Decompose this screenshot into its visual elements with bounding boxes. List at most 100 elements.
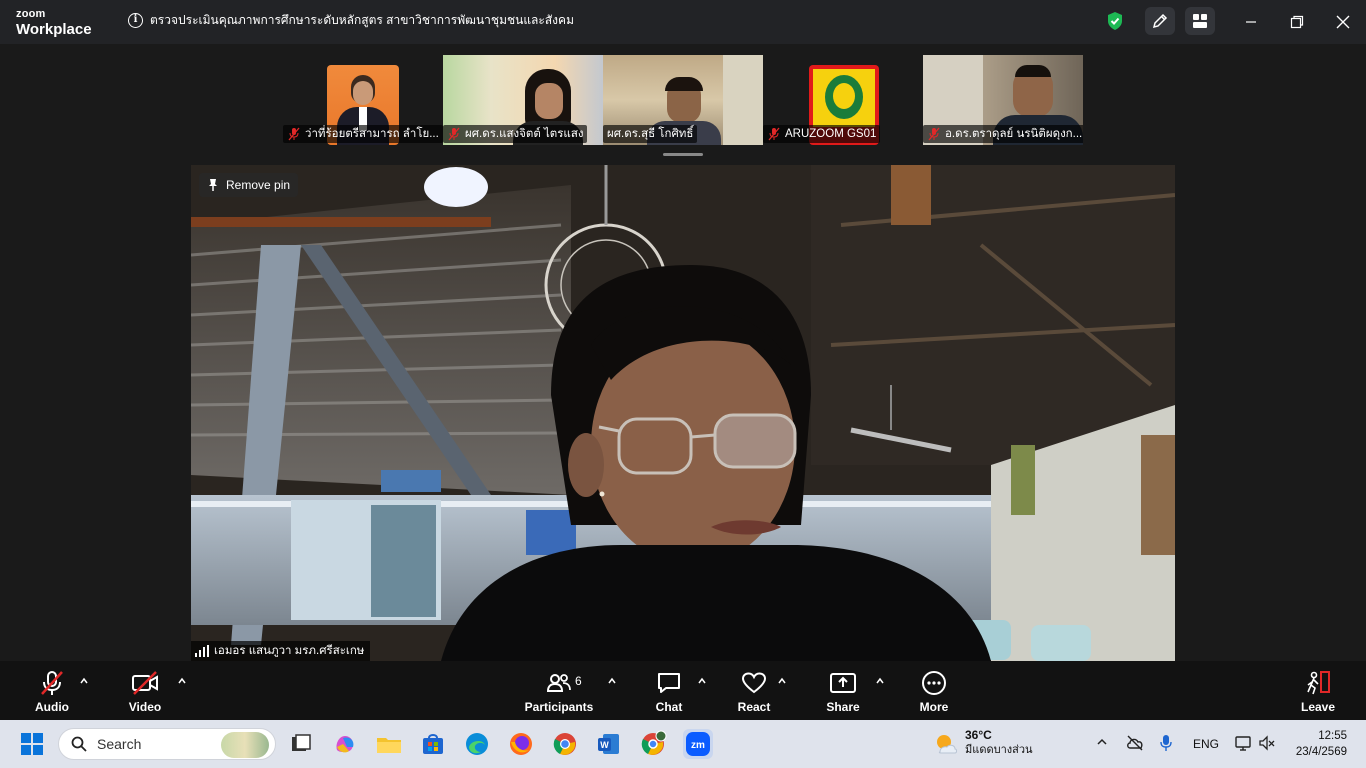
leave-label: Leave (1300, 700, 1336, 714)
main-video-feed[interactable] (191, 165, 1175, 661)
participants-icon: 6 (524, 669, 594, 697)
react-button[interactable]: React (735, 669, 773, 714)
meeting-title: ตรวจประเมินคุณภาพการศึกษาระดับหลักสูตร ส… (150, 13, 574, 27)
participant-name: ARUZOOM GS01 (763, 125, 881, 143)
svg-text:W: W (600, 740, 609, 750)
leave-button[interactable]: Leave (1299, 669, 1337, 714)
react-options-chevron-icon[interactable] (777, 676, 787, 686)
network-icon[interactable] (1234, 734, 1252, 755)
video-frame (191, 165, 1175, 661)
taskbar-search[interactable]: Search (58, 728, 276, 760)
edge-browser-icon[interactable] (463, 730, 491, 758)
participant-name: ผศ.ดร.สุธี โกศิทธิ์ (603, 125, 698, 143)
system-clock[interactable]: 12:55 23/4/2569 (1296, 728, 1347, 760)
participant-strip: ว่าที่ร้อยตรีสามารถ ลำโย... ผศ.ดร.แสงจิต… (0, 55, 1366, 145)
video-label: Video (128, 700, 162, 714)
weather-sun-icon[interactable] (934, 732, 958, 761)
share-label: Share (826, 700, 860, 714)
participant-thumbnail[interactable]: ARUZOOM GS01 (763, 55, 923, 145)
chat-label: Chat (655, 700, 683, 714)
file-explorer-icon[interactable] (375, 730, 403, 758)
video-options-chevron-icon[interactable] (177, 676, 187, 686)
info-icon[interactable]: i (128, 13, 143, 28)
store-icon[interactable] (419, 730, 447, 758)
heart-icon (735, 669, 773, 697)
search-icon (71, 736, 87, 752)
svg-text:zm: zm (691, 740, 705, 751)
annotate-pencil-icon[interactable] (1145, 7, 1175, 35)
restore-icon[interactable] (1287, 12, 1307, 32)
chat-button[interactable]: Chat (650, 669, 688, 714)
participant-thumbnail[interactable]: อ.ดร.ตราดุลย์ นรนิติผดุงก... (923, 55, 1083, 145)
more-icon (915, 669, 953, 697)
close-icon[interactable] (1333, 12, 1353, 32)
search-placeholder: Search (97, 736, 142, 752)
zoom-app-icon[interactable]: zm (683, 729, 713, 759)
audio-options-chevron-icon[interactable] (79, 676, 89, 686)
chat-options-chevron-icon[interactable] (697, 676, 707, 686)
share-options-chevron-icon[interactable] (875, 676, 885, 686)
meeting-controls: Audio Video 6 Participants Chat React Sh… (0, 661, 1366, 720)
meeting-info[interactable]: i ตรวจประเมินคุณภาพการศึกษาระดับหลักสูตร… (128, 11, 574, 30)
windows-taskbar: Search W zm 36°C มีแดดบางส่วน ENG 12:55 … (0, 720, 1366, 768)
view-grid-icon[interactable] (1185, 7, 1215, 35)
clock-date: 23/4/2569 (1295, 746, 1347, 758)
minimize-icon[interactable] (1241, 12, 1261, 32)
video-button[interactable]: Video (126, 669, 164, 714)
more-button[interactable]: More (915, 669, 953, 714)
participant-thumbnail[interactable]: ว่าที่ร้อยตรีสามารถ ลำโย... (283, 55, 443, 145)
remove-pin-label: Remove pin (226, 178, 291, 192)
title-bar: zoom Workplace i ตรวจประเมินคุณภาพการศึก… (0, 0, 1366, 44)
input-language[interactable]: ENG (1193, 737, 1219, 751)
microphone-icon[interactable] (1159, 734, 1173, 755)
encryption-shield-icon[interactable] (1106, 11, 1124, 36)
audio-label: Audio (35, 700, 69, 714)
pin-icon (209, 179, 217, 191)
participant-thumbnail[interactable]: ผศ.ดร.แสงจิตต์ ไตรแสง (443, 55, 603, 145)
react-label: React (737, 700, 771, 714)
task-view-icon[interactable] (287, 730, 315, 758)
participant-name: อ.ดร.ตราดุลย์ นรนิติผดุงก... (923, 125, 1083, 143)
share-button[interactable]: Share (824, 669, 862, 714)
chrome-icon[interactable] (551, 730, 579, 758)
mic-muted-icon (928, 127, 940, 141)
copilot-icon[interactable] (331, 730, 359, 758)
mic-muted-icon (768, 127, 780, 141)
signal-strength-icon (195, 645, 209, 657)
temperature: 36°C (965, 728, 992, 742)
weather-description: มีแดดบางส่วน (965, 744, 1033, 756)
active-speaker-label: เอมอร แสนภูวา มรภ.ศรีสะเกษ (191, 641, 371, 661)
mic-muted-icon (448, 127, 460, 141)
speaker-name: เอมอร แสนภูวา มรภ.ศรีสะเกษ (214, 645, 365, 657)
audio-button[interactable]: Audio (34, 669, 70, 714)
more-label: More (919, 700, 949, 714)
tray-overflow-chevron-icon[interactable] (1096, 736, 1108, 750)
participants-label: Participants (524, 700, 594, 714)
clock-time: 12:55 (1318, 730, 1347, 742)
logo-large: Workplace (16, 21, 92, 38)
participant-name: ว่าที่ร้อยตรีสามารถ ลำโย... (283, 125, 443, 143)
strip-resize-handle[interactable] (663, 153, 703, 156)
participants-count: 6 (575, 674, 582, 688)
chrome-profile-icon[interactable] (639, 730, 667, 758)
search-highlight-image (221, 732, 269, 758)
zoom-logo: zoom Workplace (16, 8, 92, 38)
logo-small: zoom (16, 8, 46, 20)
video-off-icon (126, 669, 164, 697)
windows-start-icon[interactable] (21, 733, 43, 760)
firefox-icon[interactable] (507, 730, 535, 758)
chat-icon (650, 669, 688, 697)
volume-muted-icon[interactable] (1258, 734, 1276, 755)
participant-thumbnail[interactable]: ผศ.ดร.สุธี โกศิทธิ์ (603, 55, 763, 145)
remove-pin-button[interactable]: Remove pin (199, 173, 299, 197)
weather-widget[interactable]: 36°C มีแดดบางส่วน (965, 728, 1033, 758)
cloud-sync-off-icon[interactable] (1126, 734, 1144, 755)
mic-muted-icon (288, 127, 300, 141)
mic-muted-icon (34, 669, 70, 697)
participants-options-chevron-icon[interactable] (607, 676, 617, 686)
leave-door-icon (1299, 669, 1337, 697)
share-screen-icon (824, 669, 862, 697)
word-icon[interactable]: W (595, 730, 623, 758)
participant-name: ผศ.ดร.แสงจิตต์ ไตรแสง (443, 125, 588, 143)
participants-button[interactable]: 6 Participants (524, 669, 594, 714)
